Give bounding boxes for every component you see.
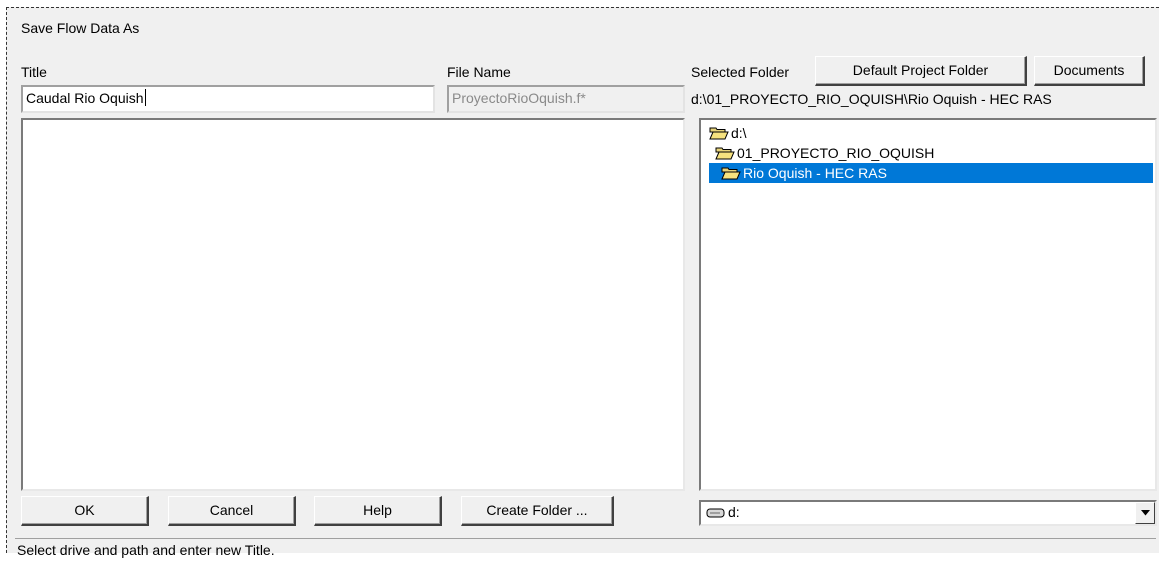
selected-folder-path: d:\01_PROYECTO_RIO_OQUISH\Rio Oquish - H…: [691, 91, 1052, 107]
folder-tree-item-proyecto[interactable]: 01_PROYECTO_RIO_OQUISH: [715, 143, 934, 163]
drive-icon: [706, 508, 725, 518]
folder-tree-label: d:\: [731, 125, 747, 141]
title-label: Title: [21, 64, 47, 80]
title-input-value: Caudal Rio Oquish: [26, 90, 144, 106]
file-name-field: ProyectoRioOquish.f*: [447, 85, 685, 113]
file-name-value: ProyectoRioOquish.f*: [452, 90, 586, 106]
drive-dropdown-button[interactable]: [1135, 502, 1155, 524]
folder-tree-item-root[interactable]: d:\: [709, 123, 747, 143]
cancel-button[interactable]: Cancel: [168, 496, 296, 526]
folder-tree[interactable]: d:\ 01_PROYECTO_RIO_OQUISH Rio Oquish - …: [699, 118, 1157, 491]
documents-button[interactable]: Documents: [1034, 56, 1145, 86]
folder-tree-label: Rio Oquish - HEC RAS: [743, 165, 887, 181]
default-project-folder-button[interactable]: Default Project Folder: [815, 56, 1027, 86]
title-input[interactable]: Caudal Rio Oquish: [21, 85, 435, 113]
drive-select[interactable]: d:: [699, 500, 1157, 526]
selected-folder-label: Selected Folder: [691, 64, 790, 80]
text-caret: [144, 89, 146, 106]
dialog-title: Save Flow Data As: [21, 20, 140, 36]
folder-tree-item-hec-ras[interactable]: Rio Oquish - HEC RAS: [709, 163, 1153, 183]
create-folder-button[interactable]: Create Folder ...: [461, 496, 614, 526]
drive-select-value: d:: [728, 504, 740, 520]
status-bar: Select drive and path and enter new Titl…: [15, 538, 1156, 560]
ok-button[interactable]: OK: [21, 496, 149, 526]
save-flow-dialog: Save Flow Data As Title Caudal Rio Oquis…: [6, 7, 1159, 558]
chevron-down-icon: [1140, 510, 1150, 516]
titles-list[interactable]: [21, 118, 685, 491]
help-button[interactable]: Help: [314, 496, 442, 526]
folder-tree-label: 01_PROYECTO_RIO_OQUISH: [737, 145, 935, 161]
open-folder-icon: [721, 167, 741, 180]
open-folder-icon: [709, 127, 729, 140]
open-folder-icon: [715, 147, 735, 160]
file-name-label: File Name: [447, 64, 511, 80]
